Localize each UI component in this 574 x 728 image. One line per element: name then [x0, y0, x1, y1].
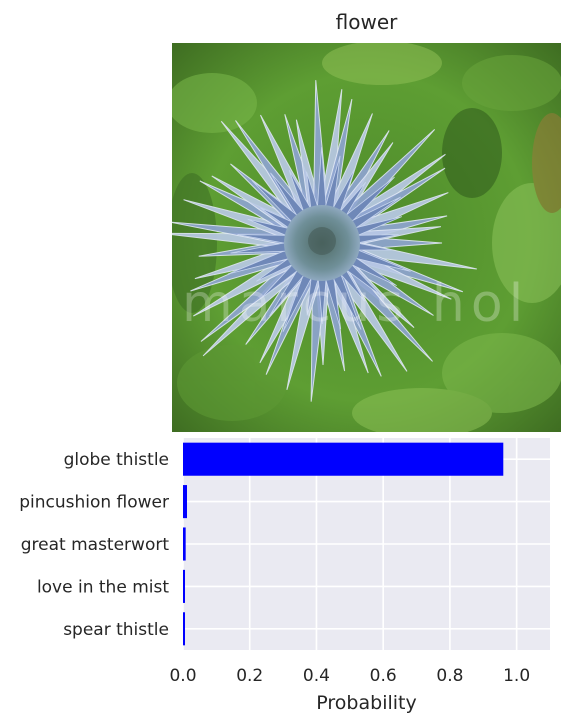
x-tick-label: 0.0 [169, 666, 196, 686]
chart-title: flower [335, 10, 398, 34]
bar [183, 527, 186, 561]
flower-photo: marcus hol [172, 43, 561, 432]
y-tick-label: pincushion flower [19, 493, 169, 513]
y-tick-label: great masterwort [21, 535, 170, 555]
x-tick-label: 0.8 [436, 666, 463, 686]
bar [183, 485, 188, 519]
x-tick-label: 0.2 [236, 666, 263, 686]
y-tick-labels: globe thistle pincushion flower great mast… [19, 450, 169, 640]
x-tick-labels: 0.0 0.2 0.4 0.6 0.8 1.0 [169, 666, 530, 686]
probability-bar-chart: globe thistle pincushion flower great mast… [19, 438, 550, 714]
x-tick-label: 0.6 [370, 666, 397, 686]
image-watermark: marcus hol [182, 274, 529, 334]
y-tick-label: globe thistle [64, 450, 169, 470]
x-axis-label: Probability [316, 692, 416, 714]
bar [183, 442, 504, 476]
bar [183, 612, 185, 646]
y-tick-label: spear thistle [63, 620, 169, 640]
x-tick-label: 0.4 [303, 666, 330, 686]
bar [183, 569, 185, 603]
y-tick-label: love in the mist [37, 577, 169, 597]
x-tick-label: 1.0 [503, 666, 530, 686]
